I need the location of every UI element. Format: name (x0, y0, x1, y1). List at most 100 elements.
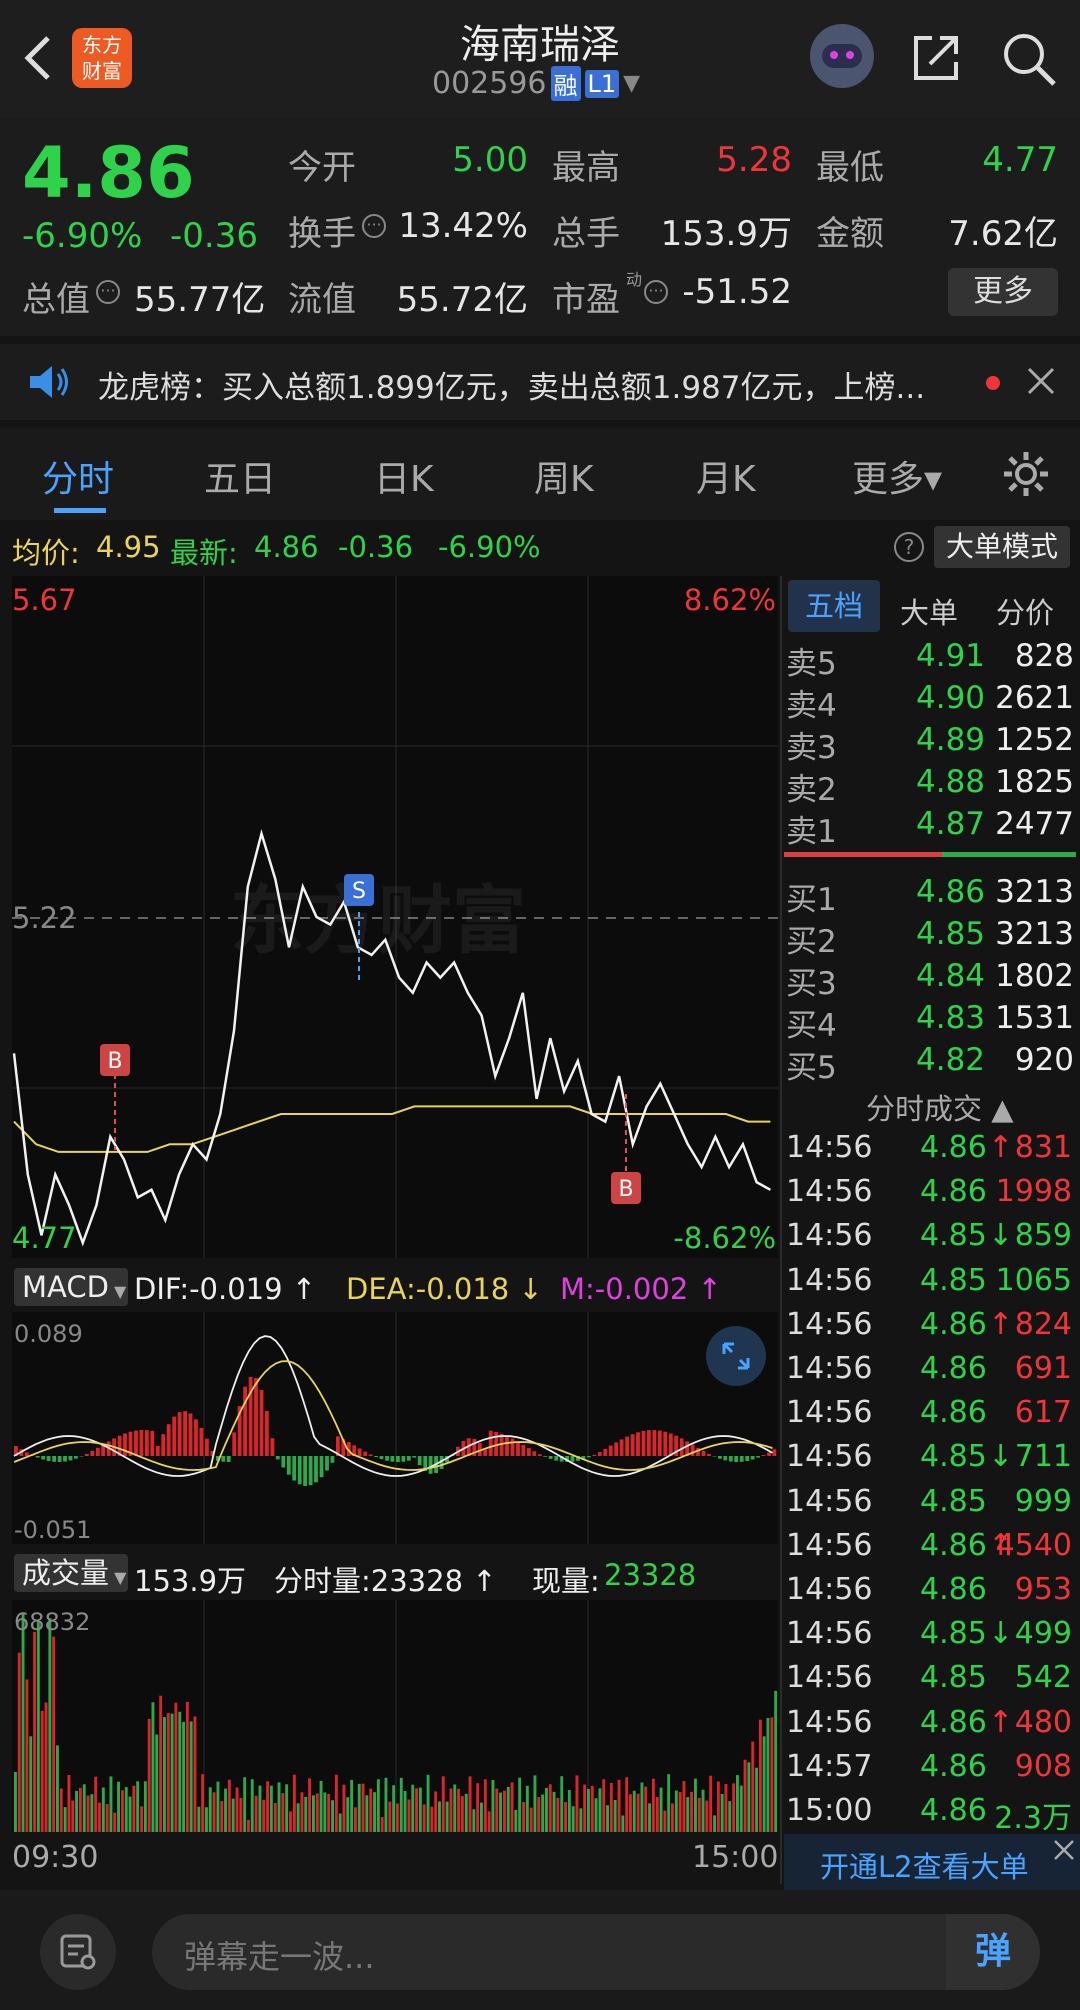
macd-bar (95, 1447, 100, 1456)
tab-weekly-k[interactable]: 周K (534, 450, 594, 502)
tab-intraday[interactable]: 分时 (42, 450, 114, 502)
macd-bar (319, 1456, 324, 1478)
tick-time: 14:56 (786, 1572, 873, 1607)
volume-bar (304, 1796, 308, 1832)
l2-promo[interactable]: 开通L2查看大单 (784, 1834, 1080, 1890)
asks-row[interactable]: 卖4 4.90 2621 (782, 680, 1080, 724)
macd-bar (390, 1456, 395, 1462)
asks-row[interactable]: 卖5 4.91 828 (782, 638, 1080, 682)
tick-row: 14:56 4.85 999 (782, 1484, 1080, 1528)
macd-bar (521, 1444, 526, 1456)
volume-bar (151, 1702, 155, 1832)
volume-bar (579, 1808, 583, 1832)
volume-bar (78, 1787, 82, 1832)
more-info-icon[interactable]: ··· (96, 280, 120, 304)
stock-code-row[interactable]: 002596 融 L1 ▼ (432, 66, 640, 101)
volume-bar (457, 1788, 460, 1832)
macd-bar (543, 1456, 548, 1457)
bids-row[interactable]: 买2 4.85 3213 (782, 916, 1080, 960)
tab-price-split[interactable]: 分价 (996, 590, 1054, 632)
l2-promo-text: 开通L2查看大单 (820, 1850, 1029, 1884)
volume-bar (189, 1721, 193, 1832)
volume-chart[interactable]: 68832 (0, 1600, 780, 1834)
danmaku-send-button[interactable]: 弹 (946, 1914, 1040, 1990)
volume-bar (254, 1795, 258, 1832)
intraday-price-chart[interactable]: 东方财富 B S B 5.67 8.62% 5.22 4.77 -8.62% (0, 576, 780, 1260)
tab-daily-k[interactable]: 日K (374, 450, 434, 502)
volume-bar (396, 1803, 399, 1832)
bids-volume: 3213 (995, 874, 1074, 910)
current-volume-label: 现量: (532, 1564, 600, 1598)
macd-bar (619, 1439, 624, 1456)
bids-volume: 1531 (995, 1000, 1074, 1036)
close-icon[interactable] (1052, 1838, 1076, 1862)
volume-bar (82, 1784, 86, 1832)
big-order-mode-button[interactable]: 大单模式 (934, 526, 1070, 568)
notice-bar[interactable]: 龙虎榜：买入总额1.899亿元，卖出总额1.987亿元，上榜... (0, 344, 1080, 420)
l1-badge: L1 (584, 69, 620, 98)
bids-row[interactable]: 买1 4.86 3213 (782, 874, 1080, 918)
danmaku-settings-icon[interactable] (40, 1914, 116, 1990)
tick-price: 4.86 (920, 1527, 987, 1563)
macd-selector[interactable]: MACD ▼ (14, 1268, 128, 1306)
volume-bar (29, 1736, 33, 1832)
volume-bar (640, 1782, 644, 1832)
expand-icon[interactable] (706, 1326, 766, 1386)
macd-bar (488, 1430, 493, 1456)
tick-volume: 480 (1014, 1704, 1072, 1740)
macd-axis-min: -0.051 (14, 1516, 91, 1544)
volume-bar (739, 1785, 743, 1832)
settings-gear-icon[interactable] (1000, 448, 1052, 500)
stock-code: 002596 (432, 66, 547, 101)
latest-percent: -6.90% (438, 530, 541, 564)
help-icon[interactable]: ? (894, 532, 924, 562)
bids-price: 4.85 (916, 916, 986, 952)
volume-bar (758, 1719, 762, 1832)
tick-row: 14:56 4.86 953 (782, 1572, 1080, 1616)
tick-row: 14:56 4.86 691 (782, 1351, 1080, 1395)
macd-bar (368, 1454, 373, 1456)
macd-bar (188, 1413, 193, 1456)
volume-bar (636, 1793, 640, 1832)
robot-assistant-icon[interactable] (810, 24, 874, 88)
volume-bar (556, 1797, 560, 1832)
bids-row[interactable]: 买3 4.84 1802 (782, 958, 1080, 1002)
tick-volume: 999 (1014, 1483, 1072, 1519)
close-icon[interactable] (1026, 366, 1056, 396)
share-icon[interactable] (908, 30, 964, 86)
more-button[interactable]: 更多 (948, 268, 1058, 316)
asks-price: 4.87 (916, 806, 986, 842)
tab-big-order[interactable]: 大单 (900, 590, 958, 632)
bids-row[interactable]: 买5 4.82 920 (782, 1042, 1080, 1086)
period-volume-text: 分时量:23328 (274, 1564, 464, 1598)
asks-volume: 828 (1014, 638, 1074, 674)
volume-bar (354, 1807, 357, 1832)
ticks-title-text: 分时成交 (866, 1092, 983, 1126)
volume-bar (147, 1718, 151, 1832)
ticks-title[interactable]: 分时成交 ▲ (866, 1086, 1014, 1128)
bids-row[interactable]: 买4 4.83 1531 (782, 1000, 1080, 1044)
tick-time: 14:56 (786, 1439, 873, 1475)
search-icon[interactable] (1000, 30, 1060, 90)
macd-bar (41, 1456, 46, 1460)
tick-price: 4.85 (920, 1218, 987, 1254)
macd-bar (516, 1441, 520, 1456)
volume-bar (369, 1788, 373, 1832)
macd-bar (74, 1456, 78, 1459)
tick-price: 4.85 (920, 1483, 987, 1519)
asks-row[interactable]: 卖3 4.89 1252 (782, 722, 1080, 766)
volume-bar (71, 1800, 75, 1832)
tick-price: 4.85 (920, 1439, 987, 1475)
danmaku-input[interactable]: 弹幕走一波... 弹 (152, 1914, 1040, 1990)
volume-selector[interactable]: 成交量 ▼ (14, 1554, 128, 1592)
tab-five-level[interactable]: 五档 (788, 580, 880, 632)
asks-row[interactable]: 卖1 4.87 2477 (782, 806, 1080, 850)
asks-row[interactable]: 卖2 4.88 1825 (782, 764, 1080, 808)
bids-price: 4.84 (916, 958, 986, 994)
tab-five-day[interactable]: 五日 (204, 450, 276, 502)
macd-bar (570, 1456, 575, 1462)
macd-chart[interactable]: 0.089 -0.051 (0, 1312, 780, 1546)
volume-bar (380, 1817, 384, 1832)
tab-more[interactable]: 更多▾ (852, 450, 942, 502)
tab-monthly-k[interactable]: 月K (696, 450, 756, 502)
